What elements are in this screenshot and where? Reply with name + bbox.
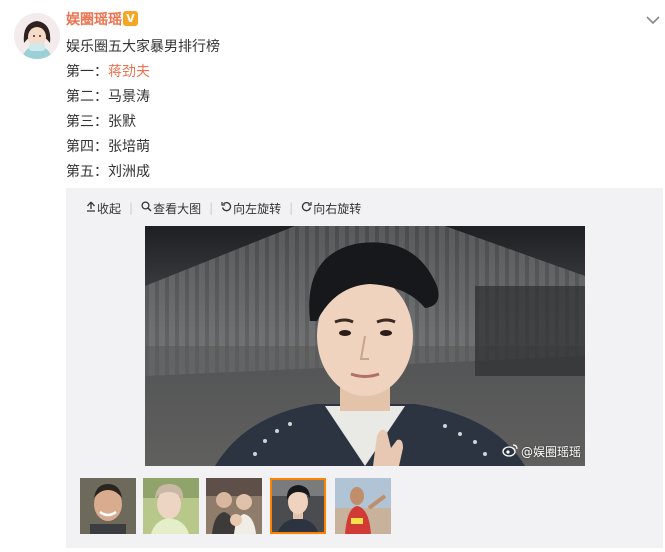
rank-prefix: 第一：: [66, 64, 108, 80]
thumbnail-2[interactable]: [143, 478, 199, 534]
view-large-label: 查看大图: [153, 201, 202, 216]
collapse-label: 收起: [97, 201, 122, 216]
collapse-arrow-icon: [86, 201, 96, 215]
toolbar-divider: |: [209, 201, 214, 215]
rank-prefix: 第三：: [66, 114, 108, 130]
rotate-right-label: 向右旋转: [313, 201, 362, 216]
username[interactable]: 娱圈瑶瑶: [66, 9, 122, 29]
rank-line-5: 第五：刘洲成: [66, 160, 220, 185]
magnifier-icon: [141, 201, 152, 215]
rotate-right-icon: [301, 201, 312, 215]
rank-name: 刘洲成: [108, 164, 150, 180]
rotate-left-button[interactable]: 向左旋转: [221, 200, 281, 217]
chevron-down-icon[interactable]: [643, 12, 663, 26]
rank-name: 张培萌: [108, 139, 150, 155]
rank-line-3: 第三：张默: [66, 110, 220, 135]
toolbar-divider: |: [129, 201, 134, 215]
thumbnail-3[interactable]: [206, 478, 262, 534]
rank-name: 马景涛: [108, 89, 150, 105]
toolbar-divider: |: [289, 201, 294, 215]
rank-prefix: 第四：: [66, 139, 108, 155]
thumbnail-4-active[interactable]: [270, 478, 326, 534]
rank-name-link[interactable]: 蒋劲夫: [108, 64, 150, 80]
rotate-left-icon: [221, 201, 232, 215]
rank-prefix: 第五：: [66, 164, 108, 180]
collapse-button[interactable]: 收起: [86, 200, 121, 217]
thumbnail-1[interactable]: [80, 478, 136, 534]
verified-badge: V: [123, 11, 138, 26]
watermark-text: @娱圈瑶瑶: [520, 445, 581, 459]
rank-line-2: 第二：马景涛: [66, 85, 220, 110]
thumbnail-5[interactable]: [335, 478, 391, 534]
view-large-button[interactable]: 查看大图: [141, 200, 201, 217]
photo-watermark: @娱圈瑶瑶: [502, 443, 581, 460]
rank-line-4: 第四：张培萌: [66, 135, 220, 160]
rank-name: 张默: [108, 114, 136, 130]
main-photo[interactable]: @娱圈瑶瑶: [145, 226, 585, 466]
rotate-right-button[interactable]: 向右旋转: [301, 200, 361, 217]
rank-line-1: 第一：蒋劲夫: [66, 60, 220, 85]
rotate-left-label: 向左旋转: [233, 201, 282, 216]
rank-prefix: 第二：: [66, 89, 108, 105]
post-text: 娱乐圈五大家暴男排行榜 第一：蒋劲夫 第二：马景涛 第三：张默 第四：张培萌 第…: [66, 35, 220, 185]
weibo-logo-icon: [502, 443, 518, 460]
avatar[interactable]: [14, 13, 60, 59]
image-toolbar: 收起 | 查看大图 | 向左旋转 | 向右旋转: [86, 198, 369, 218]
post-title: 娱乐圈五大家暴男排行榜: [66, 39, 220, 55]
